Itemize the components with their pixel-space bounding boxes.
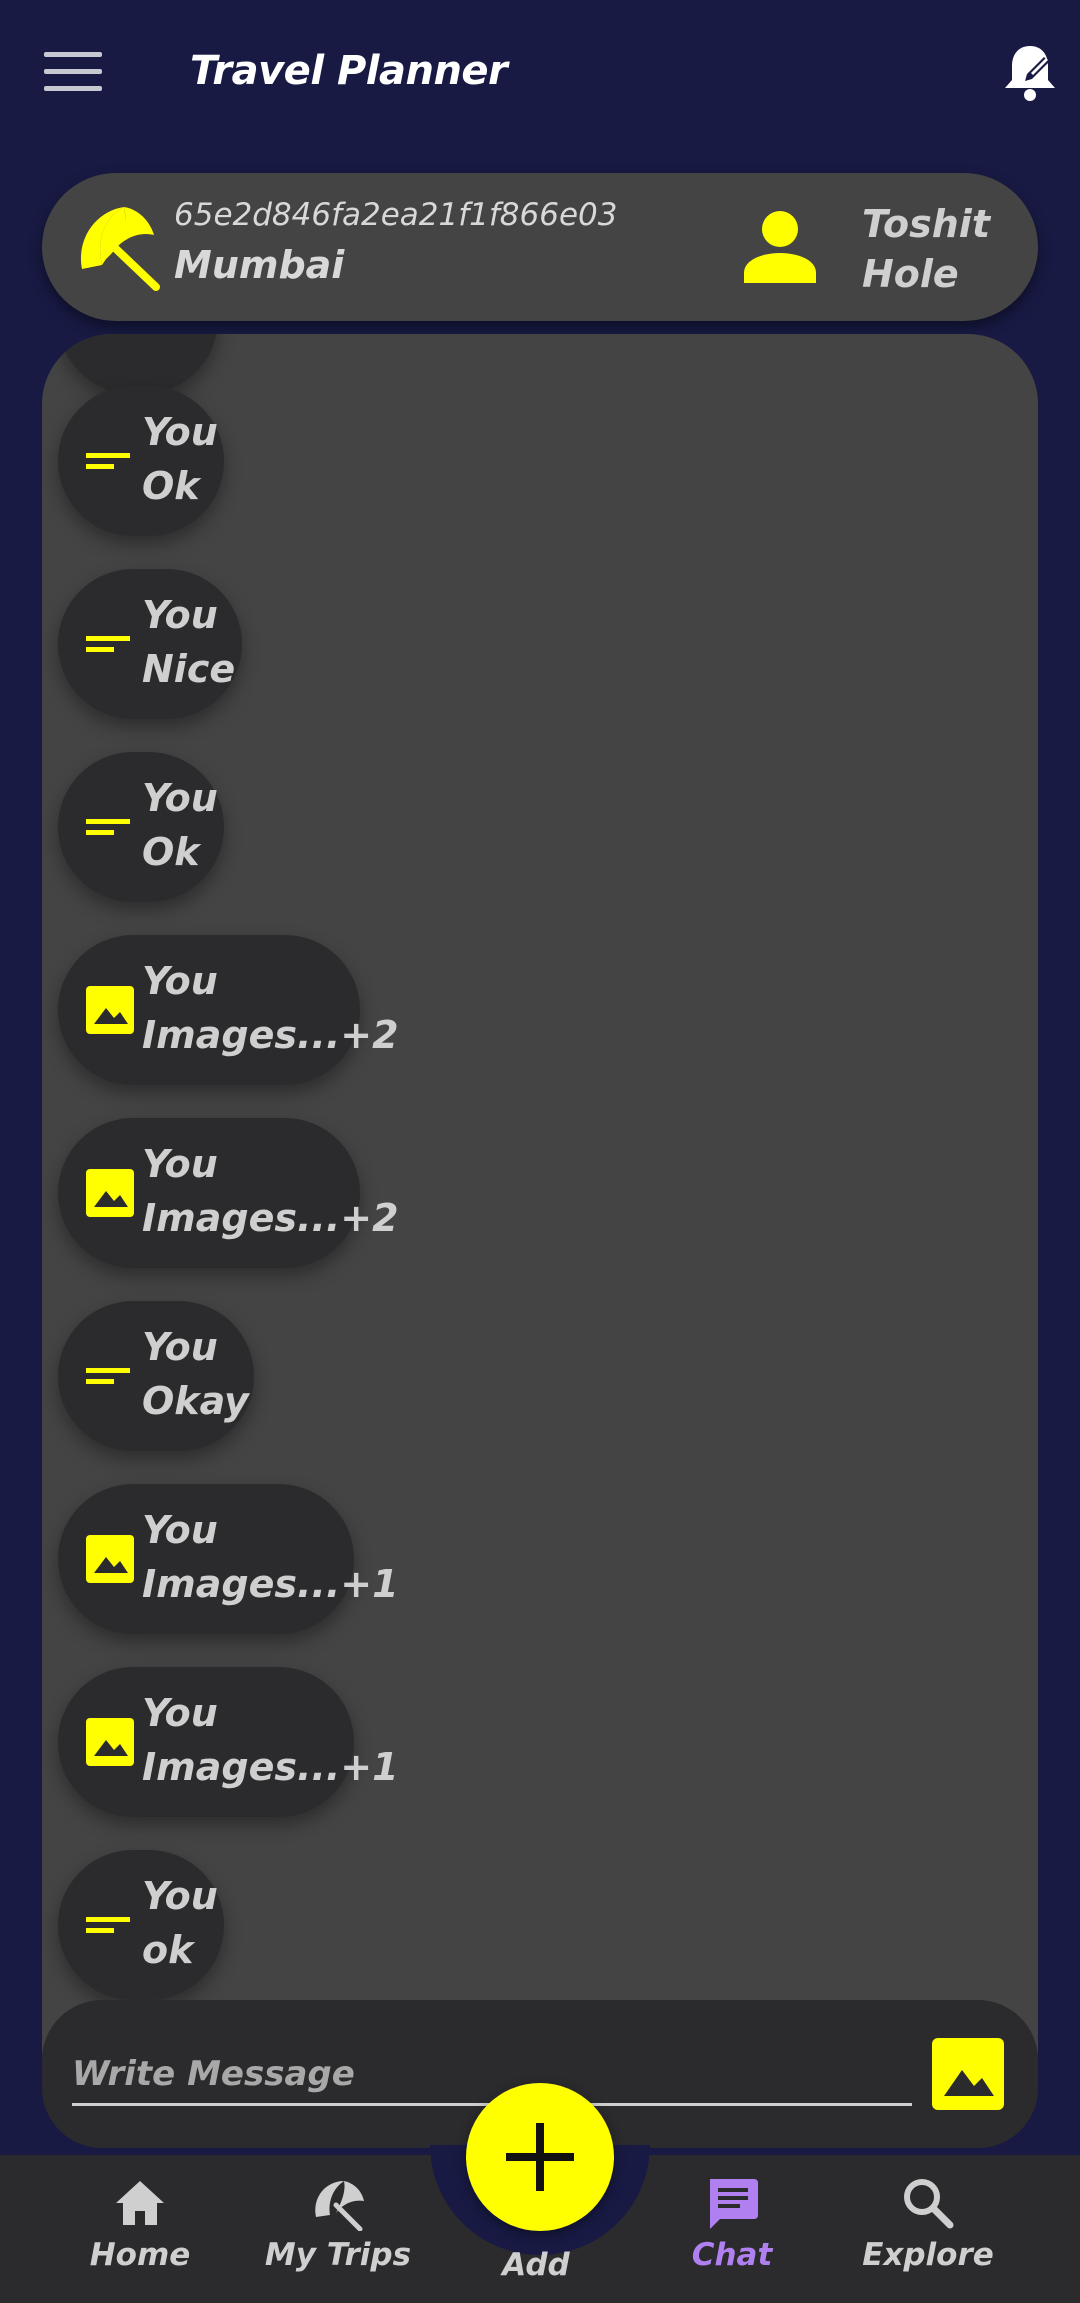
message-sender: You bbox=[142, 410, 218, 454]
bell-edit-icon[interactable] bbox=[1000, 40, 1060, 102]
message-sender: You bbox=[142, 1508, 218, 1552]
message-bubble[interactable]: You Ok bbox=[58, 386, 224, 536]
chat-message-list[interactable]: You Ok You Nice You Ok You Images...+2 Y… bbox=[42, 334, 1038, 2054]
message-text: Okay bbox=[142, 1379, 249, 1423]
app-bar: Travel Planner bbox=[0, 0, 1080, 150]
message-sender: You bbox=[142, 593, 218, 637]
chat-icon bbox=[710, 2179, 758, 2229]
message-text: Ok bbox=[142, 830, 200, 874]
add-fab-button[interactable] bbox=[466, 2083, 614, 2231]
nav-label-chat: Chat bbox=[691, 2237, 773, 2273]
user-last-name: Hole bbox=[862, 252, 959, 296]
message-bubble[interactable]: You ok bbox=[58, 1850, 224, 2000]
trip-header-card[interactable]: 65e2d846fa2ea21f1f866e03 Mumbai Toshit H… bbox=[42, 173, 1038, 321]
message-sender: You bbox=[142, 959, 218, 1003]
person-icon bbox=[744, 211, 816, 283]
text-message-icon bbox=[86, 819, 130, 835]
message-text: Images...+2 bbox=[142, 1013, 399, 1057]
text-message-icon bbox=[86, 1917, 130, 1933]
nav-item-add[interactable]: Add bbox=[446, 2247, 626, 2283]
message-sender: You bbox=[142, 1325, 218, 1369]
user-first-name: Toshit bbox=[862, 202, 990, 246]
message-bubble-partial[interactable] bbox=[58, 334, 218, 394]
message-input[interactable] bbox=[72, 2044, 912, 2106]
trip-city: Mumbai bbox=[174, 243, 345, 287]
image-message-icon bbox=[86, 1169, 134, 1217]
message-bubble[interactable]: You Ok bbox=[58, 752, 224, 902]
nav-label-add: Add bbox=[502, 2247, 570, 2283]
message-text: Images...+1 bbox=[142, 1745, 399, 1789]
nav-label-explore: Explore bbox=[862, 2237, 994, 2273]
user-name: Toshit Hole bbox=[862, 199, 1012, 299]
image-message-icon bbox=[86, 1718, 134, 1766]
message-bubble[interactable]: You Okay bbox=[58, 1301, 254, 1451]
message-bubble[interactable]: You Images...+2 bbox=[58, 1118, 399, 1268]
text-message-icon bbox=[86, 1368, 130, 1384]
text-message-icon bbox=[86, 453, 130, 469]
trip-id: 65e2d846fa2ea21f1f866e03 bbox=[174, 197, 618, 233]
search-icon bbox=[904, 2179, 954, 2229]
message-bubble[interactable]: You Images...+2 bbox=[58, 935, 399, 1085]
message-text: Ok bbox=[142, 464, 200, 508]
message-sender: You bbox=[142, 1142, 218, 1186]
message-text: Images...+1 bbox=[142, 1562, 399, 1606]
nav-label-my-trips: My Trips bbox=[264, 2237, 412, 2273]
plus-icon bbox=[506, 2123, 574, 2191]
message-bubble[interactable]: You Nice bbox=[58, 569, 242, 719]
app-title: Travel Planner bbox=[190, 48, 508, 94]
message-text: Nice bbox=[142, 647, 236, 691]
nav-item-home[interactable]: Home bbox=[50, 2175, 230, 2273]
nav-item-explore[interactable]: Explore bbox=[838, 2175, 1018, 2273]
nav-item-my-trips[interactable]: My Trips bbox=[248, 2175, 428, 2273]
hamburger-menu-icon[interactable] bbox=[44, 52, 102, 92]
image-message-icon bbox=[86, 986, 134, 1034]
message-sender: You bbox=[142, 776, 218, 820]
nav-item-chat[interactable]: Chat bbox=[642, 2175, 822, 2273]
message-sender: You bbox=[142, 1874, 218, 1918]
beach-umbrella-icon bbox=[315, 2181, 364, 2231]
nav-label-home: Home bbox=[89, 2237, 191, 2273]
message-bubble[interactable]: You Images...+1 bbox=[58, 1484, 399, 1634]
attach-image-icon[interactable] bbox=[932, 2038, 1004, 2110]
image-message-icon bbox=[86, 1535, 134, 1583]
message-sender: You bbox=[142, 1691, 218, 1735]
message-bubble[interactable]: You Images...+1 bbox=[58, 1667, 399, 1817]
text-message-icon bbox=[86, 636, 130, 652]
message-text: Images...+2 bbox=[142, 1196, 399, 1240]
beach-umbrella-icon bbox=[80, 207, 160, 291]
home-icon bbox=[116, 2181, 164, 2225]
message-text: ok bbox=[142, 1928, 194, 1972]
